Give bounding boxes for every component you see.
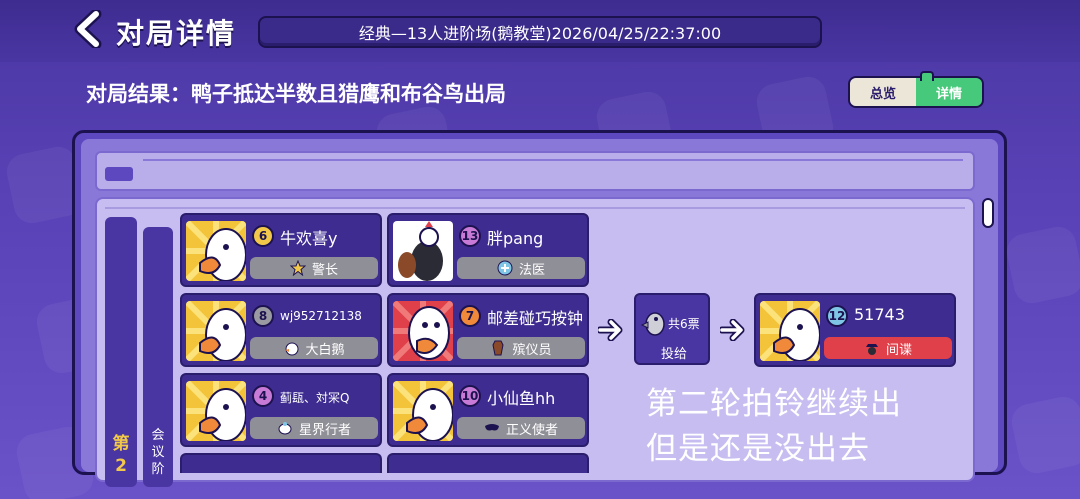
tab-detail[interactable]: 详情 <box>916 71 982 106</box>
player-avatar <box>393 221 453 281</box>
round-label: 第 2 <box>112 434 130 476</box>
role-name: 星界行者 <box>298 422 351 438</box>
view-toggle: 总览 详情 <box>848 71 984 108</box>
vote-count: 共6票 <box>668 317 700 331</box>
player-card[interactable]: 6 牛欢喜y 警长 <box>180 213 382 287</box>
caption-line-1: 第二轮拍铃继续出 <box>646 386 902 422</box>
spy-icon <box>865 344 878 355</box>
tab-detail-label: 详情 <box>935 86 962 102</box>
role-pill: 殡仪员 <box>457 337 585 359</box>
player-number-badge: 4 <box>252 385 274 407</box>
player-avatar <box>393 381 453 441</box>
player-name: 51743 <box>854 305 905 324</box>
role-pill: 法医 <box>457 257 585 279</box>
player-number-badge: 13 <box>459 225 481 247</box>
vote-label: 投给 <box>660 347 687 362</box>
role-name: 警长 <box>311 262 338 278</box>
sheriff-star-icon <box>289 260 306 276</box>
tab-ear-icon <box>920 71 934 81</box>
player-name: 蓟瓺、対冞Q <box>280 391 350 405</box>
role-name: 间谍 <box>885 342 912 358</box>
player-avatar <box>393 301 453 361</box>
caption-line-2: 但是还是没出去 <box>646 431 870 467</box>
ballot-goose-icon <box>640 312 665 336</box>
round-divider <box>105 207 965 209</box>
caption-overlay: 第二轮拍铃继续出 但是还是没出去 <box>646 382 902 472</box>
role-pill: 星界行者 <box>250 417 378 439</box>
player-card[interactable]: 8 wj952712138 大白鹅 <box>180 293 382 367</box>
player-number-badge: 10 <box>459 385 481 407</box>
player-card-partial <box>387 453 589 473</box>
role-name: 大白鹅 <box>305 342 345 358</box>
player-avatar <box>186 301 246 361</box>
player-card[interactable]: 13 胖pang 法医 <box>387 213 589 287</box>
player-name: 胖pang <box>487 229 544 248</box>
role-pill: 警长 <box>250 257 378 279</box>
vote-box: 共6票 投给 <box>634 293 710 365</box>
role-pill: 正义使者 <box>457 417 585 439</box>
coffin-icon <box>492 340 505 356</box>
player-number-badge: 7 <box>459 305 481 327</box>
role-name: 殡仪员 <box>512 342 552 358</box>
vigilante-mask-icon <box>484 424 499 431</box>
player-card-partial <box>180 453 382 473</box>
role-name: 法医 <box>518 262 545 278</box>
medic-icon <box>497 260 513 276</box>
round-column: 第 2 <box>105 217 137 487</box>
role-name: 正义使者 <box>505 422 558 438</box>
phase-label: 会 议 阶 <box>151 428 165 477</box>
goose-icon <box>285 342 299 356</box>
player-avatar <box>760 301 820 361</box>
player-number-badge: 6 <box>252 225 274 247</box>
player-number-badge: 8 <box>252 305 274 327</box>
player-name: 小仙鱼hh <box>487 389 556 408</box>
player-card[interactable]: 4 蓟瓺、対冞Q 星界行者 <box>180 373 382 447</box>
strip-tab <box>105 167 133 181</box>
player-name: wj952712138 <box>280 309 362 323</box>
player-number-badge: 12 <box>826 305 848 327</box>
astral-walker-icon <box>278 422 292 435</box>
player-avatar <box>186 381 246 441</box>
player-avatar <box>186 221 246 281</box>
player-name: 邮差碰巧按钟 <box>487 309 584 328</box>
previous-round-strip <box>95 151 975 191</box>
scrollbar-thumb[interactable] <box>982 198 994 228</box>
player-card[interactable]: 10 小仙鱼hh 正义使者 <box>387 373 589 447</box>
phase-column: 会 议 阶 <box>143 227 173 487</box>
match-result: 对局结果：鸭子抵达半数且猎鹰和布谷鸟出局 <box>86 82 506 106</box>
strip-divider <box>143 159 963 161</box>
page-title: 对局详情 <box>116 17 237 50</box>
tab-overview[interactable]: 总览 <box>850 78 916 106</box>
player-card[interactable]: 7 邮差碰巧按钟 殡仪员 <box>387 293 589 367</box>
arrow-right-icon <box>720 319 745 341</box>
role-pill: 间谍 <box>824 337 952 359</box>
back-arrow-icon[interactable] <box>70 10 108 48</box>
role-pill: 大白鹅 <box>250 337 378 359</box>
arrow-right-icon <box>598 319 623 341</box>
voted-target-card[interactable]: 12 51743 间谍 <box>754 293 956 367</box>
player-name: 牛欢喜y <box>280 229 338 248</box>
match-info-banner: 经典—13人进阶场(鹅教堂)2026/04/25/22:37:00 <box>258 16 822 48</box>
